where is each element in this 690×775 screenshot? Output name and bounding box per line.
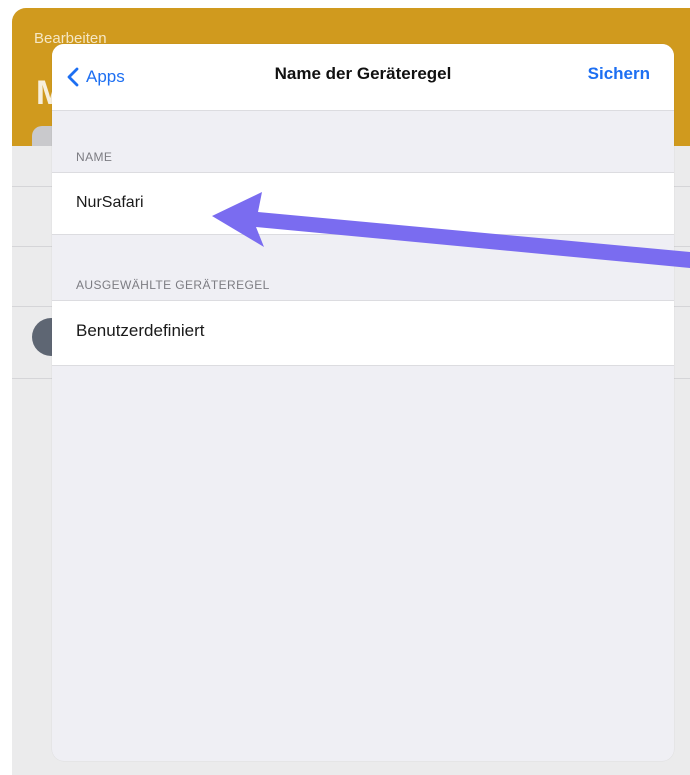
section-header-selected-rule: AUSGEWÄHLTE GERÄTEREGEL	[76, 278, 270, 292]
device-rule-name-sheet: Apps Name der Geräteregel Sichern NAME N…	[52, 44, 674, 761]
screen: Bearbeiten M Apps Name der Geräteregel S…	[0, 0, 690, 775]
sheet-title: Name der Geräteregel	[274, 64, 452, 83]
name-field[interactable]: NurSafari	[52, 172, 674, 235]
section-header-name: NAME	[76, 150, 113, 164]
save-button[interactable]: Sichern	[588, 64, 650, 84]
selected-device-rule-value: Benutzerdefiniert	[76, 321, 205, 340]
name-field-value: NurSafari	[76, 194, 144, 211]
navigation-bar: Apps Name der Geräteregel Sichern	[52, 44, 674, 111]
selected-device-rule-cell[interactable]: Benutzerdefiniert	[52, 300, 674, 366]
